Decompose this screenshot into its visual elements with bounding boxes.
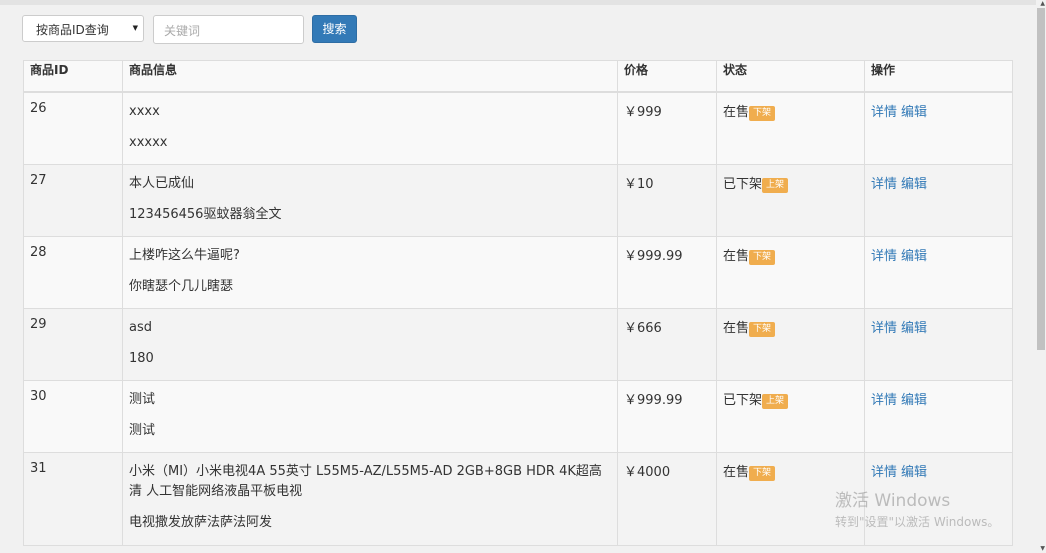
status-text: 已下架 (723, 393, 763, 408)
cell-id: 26 (23, 91, 123, 165)
search-type-value: 按商品ID查询 (36, 23, 109, 37)
cell-status: 在售 下架 (716, 236, 865, 309)
table-row: 30 测试 测试 ￥999.99 已下架 上架 详情 编辑 (23, 380, 1013, 453)
product-desc: 电视撒发放萨法萨法阿发 (129, 515, 273, 530)
detail-link[interactable]: 详情 (871, 465, 897, 480)
cell-actions: 详情 编辑 (864, 91, 1013, 165)
detail-link[interactable]: 详情 (871, 249, 897, 264)
watermark-subtitle: 转到"设置"以激活 Windows。 (835, 515, 1000, 529)
keyword-placeholder: 关键词 (164, 24, 201, 38)
edit-link[interactable]: 编辑 (901, 321, 927, 336)
header-status: 状态 (716, 60, 865, 93)
toggle-shelf-button[interactable]: 下架 (749, 250, 776, 265)
product-table: 商品ID 商品信息 价格 状态 操作 26 xxxx xxxxx ￥999 在售… (23, 60, 1013, 546)
table-row: 27 本人已成仙 123456456驱蚊器翁全文 ￥10 已下架 上架 详情 编辑 (23, 164, 1013, 237)
cell-price: ￥4000 (617, 452, 717, 546)
cell-price: ￥999 (617, 91, 717, 165)
cell-actions: 详情 编辑 (864, 308, 1013, 381)
toggle-shelf-button[interactable]: 上架 (762, 394, 789, 409)
scroll-down-arrow-icon[interactable]: ▼ (1040, 545, 1045, 552)
edit-link[interactable]: 编辑 (901, 393, 927, 408)
cell-price: ￥999.99 (617, 236, 717, 309)
status-text: 在售 (723, 249, 750, 264)
search-button[interactable]: 搜索 (312, 15, 357, 43)
header-id: 商品ID (23, 60, 123, 93)
cell-info: 测试 测试 (122, 380, 618, 453)
header-actions: 操作 (864, 60, 1013, 93)
toggle-shelf-button[interactable]: 上架 (762, 178, 789, 193)
cell-id: 30 (23, 380, 123, 453)
detail-link[interactable]: 详情 (871, 105, 897, 120)
product-title: 上楼咋这么牛逼呢? (129, 248, 240, 263)
search-type-select[interactable]: 按商品ID查询 ▼ (22, 15, 144, 42)
cell-id: 31 (23, 452, 123, 546)
scroll-thumb[interactable] (1037, 8, 1045, 350)
product-desc: 123456456驱蚊器翁全文 (129, 207, 282, 222)
product-title: xxxx (129, 104, 160, 119)
cell-info: xxxx xxxxx (122, 91, 618, 165)
keyword-input[interactable]: 关键词 (153, 15, 304, 44)
product-title: 小米（MI）小米电视4A 55英寸 L55M5-AZ/L55M5-AD 2GB+… (129, 464, 602, 499)
toggle-shelf-button[interactable]: 下架 (749, 322, 776, 337)
cell-price: ￥10 (617, 164, 717, 237)
cell-actions: 详情 编辑 (864, 236, 1013, 309)
edit-link[interactable]: 编辑 (901, 249, 927, 264)
header-price: 价格 (617, 60, 717, 93)
cell-id: 29 (23, 308, 123, 381)
chevron-down-icon: ▼ (132, 24, 138, 32)
cell-id: 28 (23, 236, 123, 309)
header-info: 商品信息 (122, 60, 618, 93)
scroll-up-arrow-icon[interactable]: ▲ (1040, 0, 1045, 7)
cell-info: 本人已成仙 123456456驱蚊器翁全文 (122, 164, 618, 237)
cell-status: 在售 下架 (716, 308, 865, 381)
edit-link[interactable]: 编辑 (901, 105, 927, 120)
cell-status: 已下架 上架 (716, 380, 865, 453)
status-text: 已下架 (723, 177, 763, 192)
top-border (0, 0, 1046, 5)
detail-link[interactable]: 详情 (871, 177, 897, 192)
status-text: 在售 (723, 465, 750, 480)
cell-id: 27 (23, 164, 123, 237)
product-desc: 测试 (129, 423, 156, 438)
edit-link[interactable]: 编辑 (901, 177, 927, 192)
edit-link[interactable]: 编辑 (901, 465, 927, 480)
cell-info: 上楼咋这么牛逼呢? 你瞎瑟个几儿瞎瑟 (122, 236, 618, 309)
product-title: 测试 (129, 392, 156, 407)
toggle-shelf-button[interactable]: 下架 (749, 106, 776, 121)
cell-price: ￥999.99 (617, 380, 717, 453)
table-row: 28 上楼咋这么牛逼呢? 你瞎瑟个几儿瞎瑟 ￥999.99 在售 下架 详情 编辑 (23, 236, 1013, 309)
windows-activation-watermark: 激活 Windows 转到"设置"以激活 Windows。 (835, 486, 999, 530)
vertical-scrollbar[interactable]: ▲ ▼ (1036, 0, 1046, 553)
product-desc: 你瞎瑟个几儿瞎瑟 (129, 279, 234, 294)
table-header-row: 商品ID 商品信息 价格 状态 操作 (23, 60, 1013, 93)
product-title: asd (129, 320, 152, 335)
table-row: 29 asd 180 ￥666 在售 下架 详情 编辑 (23, 308, 1013, 381)
detail-link[interactable]: 详情 (871, 321, 897, 336)
cell-info: 小米（MI）小米电视4A 55英寸 L55M5-AZ/L55M5-AD 2GB+… (122, 452, 618, 546)
product-desc: 180 (129, 351, 154, 366)
cell-actions: 详情 编辑 (864, 380, 1013, 453)
cell-status: 已下架 上架 (716, 164, 865, 237)
product-title: 本人已成仙 (129, 176, 195, 191)
watermark-title: 激活 Windows (835, 491, 951, 511)
table-row: 26 xxxx xxxxx ￥999 在售 下架 详情 编辑 (23, 91, 1013, 165)
detail-link[interactable]: 详情 (871, 393, 897, 408)
status-text: 在售 (723, 321, 750, 336)
cell-actions: 详情 编辑 (864, 164, 1013, 237)
cell-info: asd 180 (122, 308, 618, 381)
toggle-shelf-button[interactable]: 下架 (749, 466, 776, 481)
cell-status: 在售 下架 (716, 91, 865, 165)
cell-price: ￥666 (617, 308, 717, 381)
status-text: 在售 (723, 105, 750, 120)
product-desc: xxxxx (129, 135, 168, 150)
